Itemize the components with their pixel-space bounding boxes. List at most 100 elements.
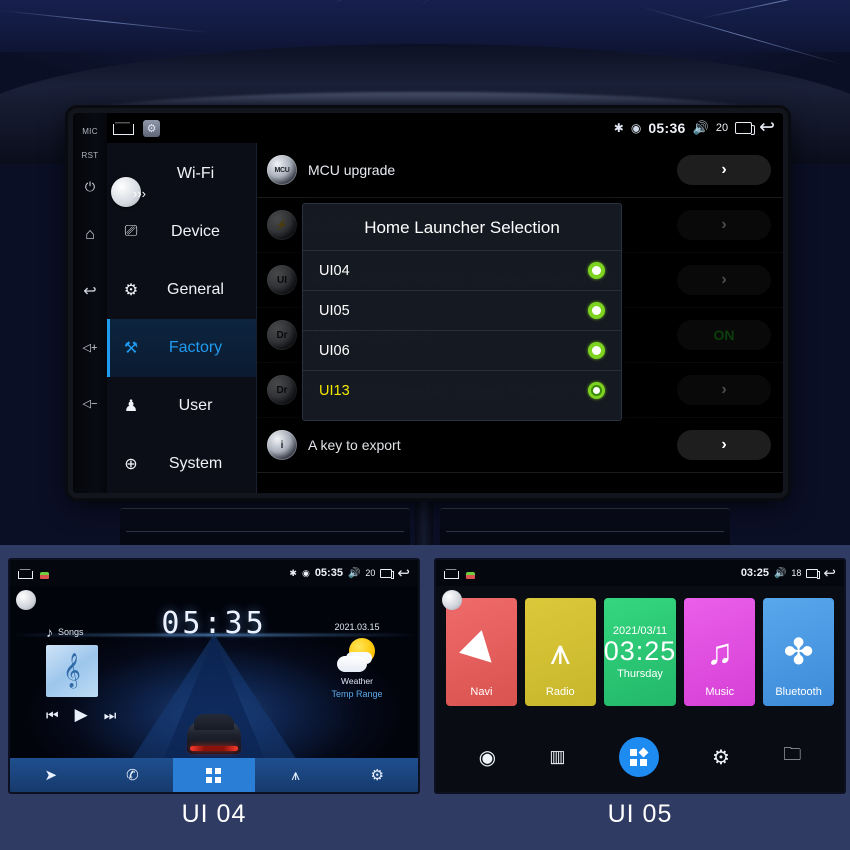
radio-button[interactable] (588, 342, 605, 359)
next-button[interactable]: ⏭ (104, 707, 117, 724)
vinyl-disc-icon (84, 651, 124, 691)
prev-button[interactable]: ⏮ (46, 707, 59, 724)
sidebar-label: System (168, 455, 223, 472)
power-icon: ⏻ (84, 179, 96, 194)
volume-knob[interactable] (16, 590, 36, 610)
chevron-button[interactable]: › (677, 155, 771, 185)
android-icon[interactable] (465, 567, 476, 579)
dialog-option-ui04[interactable]: UI04 (303, 250, 621, 290)
sidebar-item-user[interactable]: ♟ User (107, 377, 256, 435)
device-icon: ⎚ (124, 223, 138, 240)
launcher-icon: UI (267, 265, 297, 295)
tile-label: Navi (470, 686, 493, 698)
usb-error-icon: Dr (267, 320, 297, 350)
sun-cloud-icon (337, 638, 377, 672)
back-hw-button[interactable]: ↩ (83, 263, 96, 319)
mcu-chip-icon: MCU (267, 155, 297, 185)
home-launcher-dialog: Home Launcher Selection UI04 UI05 UI06 U… (302, 203, 622, 421)
car-graphic (187, 714, 241, 754)
car-head-unit: MIC RST ⏻ ⌂ ↩ ◁+ ◁− ⚙ ✱ ◉ 05:36 🔊 20 ↩ ›… (68, 108, 788, 498)
reset-button[interactable]: RST (82, 141, 99, 167)
tab-radio[interactable]: ⩚ (255, 758, 337, 792)
dialog-option-ui05[interactable]: UI05 (303, 290, 621, 330)
back-icon[interactable]: ↩ (759, 118, 775, 137)
home-hw-button[interactable]: ⌂ (85, 207, 95, 263)
tab-phone[interactable]: ✆ (92, 758, 174, 792)
tile-label: Radio (545, 686, 575, 698)
caption-ui05: UI 05 (607, 800, 673, 828)
radio-button[interactable] (588, 302, 605, 319)
radio-button-selected[interactable] (588, 382, 605, 399)
sidebar-item-general[interactable]: ⚙ General (107, 261, 256, 319)
home-icon[interactable] (18, 568, 33, 579)
gear-icon: ⚙ (123, 282, 139, 299)
sidebar-item-wifi[interactable]: ››› Wi-Fi (107, 145, 256, 207)
info-icon: i (267, 430, 297, 460)
globe-icon: ⊕ (124, 456, 138, 473)
chevron-button[interactable]: › (677, 430, 771, 460)
volume-up-button[interactable]: ◁+ (83, 319, 98, 375)
radio-button[interactable] (588, 262, 605, 279)
temp-range-label: Temp Range (331, 689, 383, 699)
weather-widget[interactable]: 2021.03.15 Weather Temp Range (320, 622, 394, 699)
tile-bluetooth[interactable]: ✤ Bluetooth (763, 598, 835, 706)
music-widget[interactable]: ♪ Songs 𝄞 ⏮ ▶ ⏭ (46, 624, 124, 725)
table-row[interactable]: i A key to export › (257, 418, 783, 473)
mic-button[interactable]: MIC (82, 119, 98, 141)
recents-icon[interactable] (806, 568, 821, 579)
home-icon[interactable] (444, 568, 459, 579)
dock-apps[interactable] (618, 737, 659, 777)
volume-level: 18 (791, 568, 802, 578)
dock-equalizer[interactable]: ▥ (549, 747, 565, 767)
chevron-button[interactable]: › (677, 375, 771, 405)
navigation-icon (459, 630, 504, 674)
music-note-icon: ♫ (706, 631, 734, 672)
tile-music[interactable]: ♫ Music (684, 598, 756, 706)
recents-icon[interactable] (735, 122, 756, 135)
tab-navigation[interactable]: ➤ (10, 758, 92, 792)
dock-video[interactable]: ◉ (479, 745, 496, 770)
tile-label: Music (705, 686, 735, 698)
preview-ui05: 03:25 🔊 18 ↩ Navi ⩚ Radio 2021/03/11 03:… (434, 558, 846, 794)
volume-up-icon: ◁+ (82, 341, 98, 354)
recents-icon[interactable] (380, 568, 395, 579)
tab-settings[interactable]: ⚙ (336, 758, 418, 792)
settings-app-icon[interactable]: ⚙ (143, 119, 160, 137)
status-time: 03:25 (740, 567, 769, 579)
usb-protocol-icon: Dr (267, 375, 297, 405)
power-button[interactable]: ⏻ (85, 167, 95, 207)
dock-files[interactable]: 🗀 (783, 742, 801, 772)
ui04-tab-bar: ➤ ✆ ⩚ ⚙ (10, 758, 418, 792)
table-row[interactable]: MCU MCU upgrade › (257, 143, 783, 198)
user-icon: ♟ (123, 398, 139, 415)
preview-status-bar: ✱ ◉ 05:35 🔊 20 ↩ (10, 560, 418, 586)
tile-clock[interactable]: 2021/03/11 03:25 Thursday (603, 598, 677, 706)
mic-label: MIC (82, 127, 98, 136)
play-button[interactable]: ▶ (75, 705, 88, 725)
tile-date: 2021/03/11 (612, 624, 668, 637)
tile-navi[interactable]: Navi (446, 598, 517, 706)
dock-settings[interactable]: ⚙ (712, 745, 730, 770)
dialog-option-ui13[interactable]: UI13 (303, 370, 621, 410)
tab-apps[interactable] (173, 758, 255, 792)
bluetooth-icon: ✤ (783, 631, 814, 672)
back-icon[interactable]: ↩ (397, 566, 410, 581)
sidebar-item-system[interactable]: ⊕ System (107, 435, 256, 493)
option-label: UI06 (319, 342, 350, 359)
toggle-button[interactable]: ON (677, 320, 771, 350)
volume-level: 20 (365, 568, 376, 578)
sidebar-item-factory[interactable]: ⚒ Factory (107, 319, 256, 377)
bluetooth-icon: ✱ (289, 567, 297, 578)
android-icon[interactable] (39, 567, 50, 579)
volume-down-button[interactable]: ◁− (83, 375, 98, 431)
volume-knob[interactable] (442, 590, 462, 610)
home-icon[interactable] (113, 120, 134, 136)
status-time: 05:36 (648, 120, 686, 136)
dialog-option-ui06[interactable]: UI06 (303, 330, 621, 370)
tile-radio[interactable]: ⩚ Radio (524, 598, 596, 706)
chevron-button[interactable]: › (677, 265, 771, 295)
chevron-button[interactable]: › (677, 210, 771, 240)
sidebar-item-device[interactable]: ⎚ Device (107, 203, 256, 261)
wifi-icon: ◉ (630, 121, 642, 135)
back-icon[interactable]: ↩ (823, 566, 836, 581)
